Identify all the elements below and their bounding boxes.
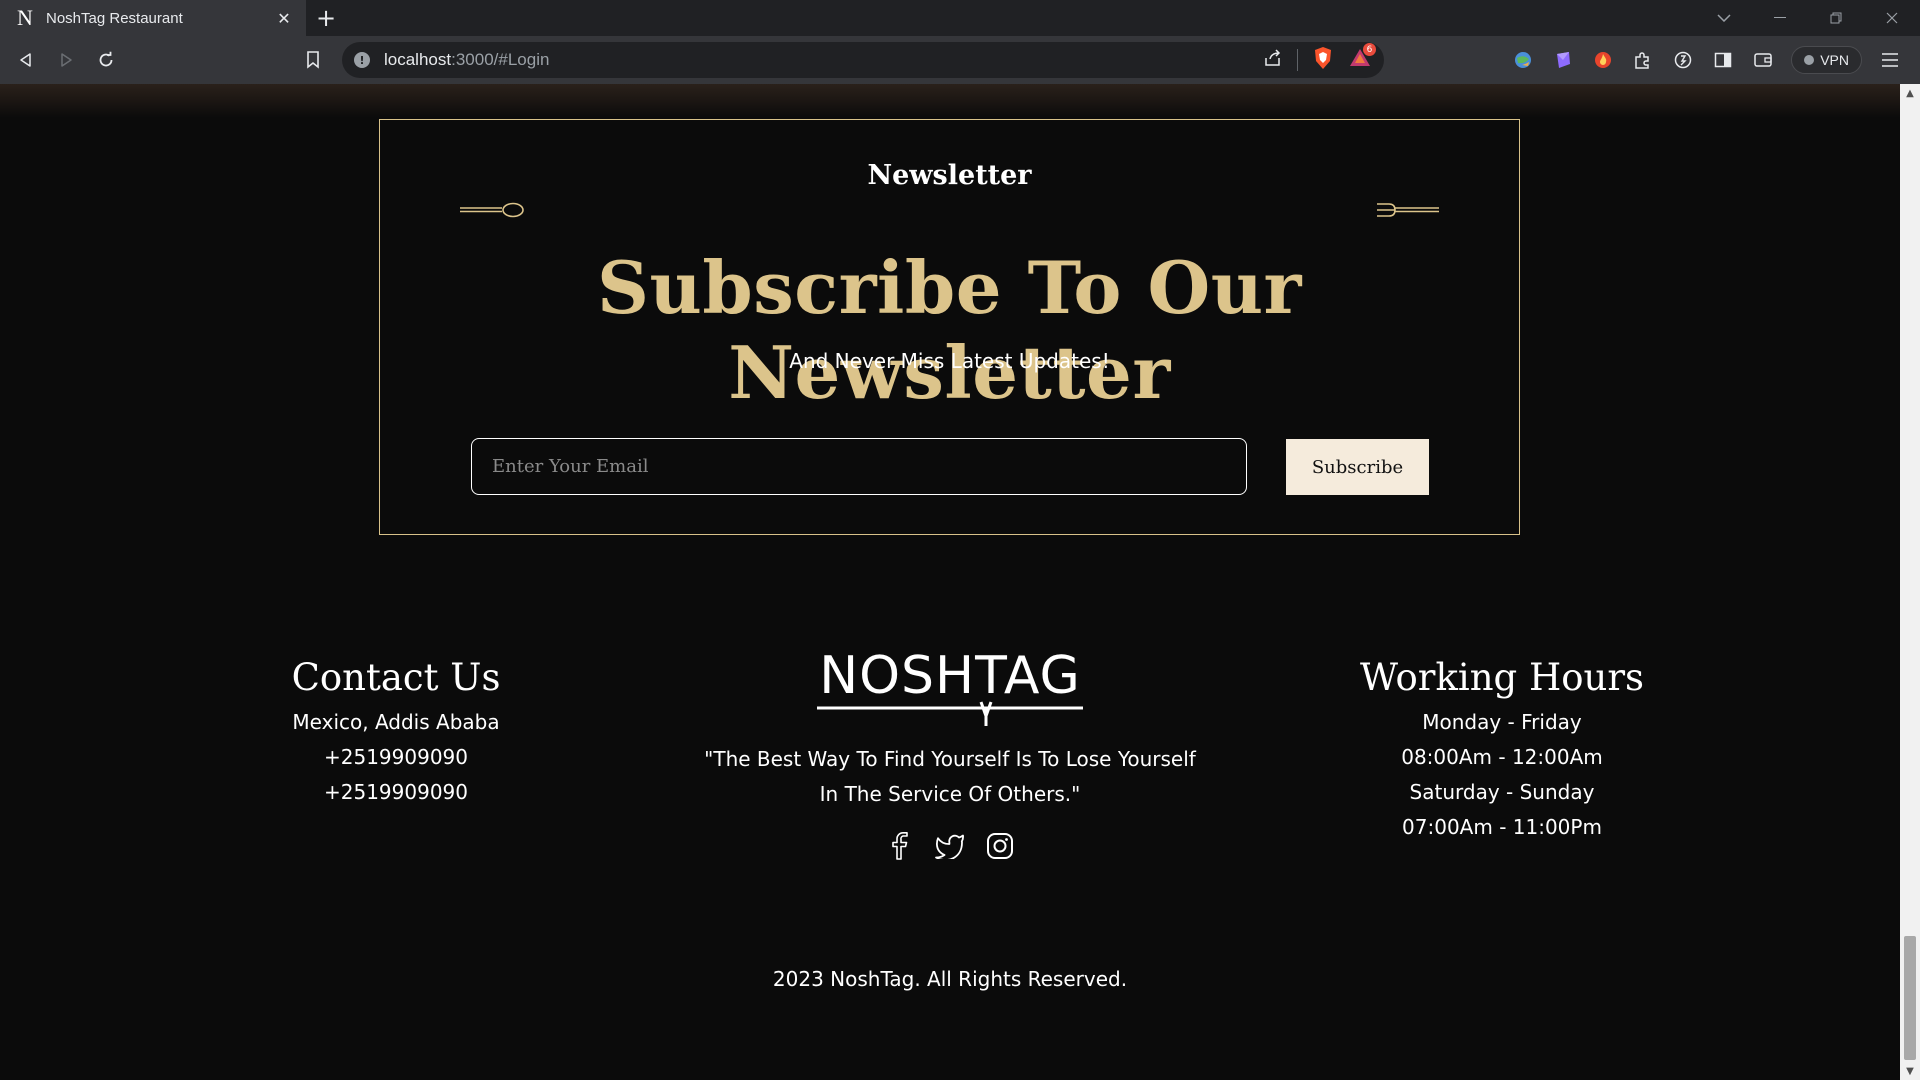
hours-weekday-time: 08:00Am - 12:00Am xyxy=(1401,745,1603,769)
vpn-button[interactable]: VPN xyxy=(1791,46,1862,74)
footer-quote: "The Best Way To Find Yourself Is To Los… xyxy=(680,742,1220,812)
reload-button[interactable] xyxy=(86,40,126,80)
new-tab-button[interactable]: + xyxy=(306,0,346,36)
hours-weekend-time: 07:00Am - 11:00Pm xyxy=(1402,815,1602,839)
hours-weekday-label: Monday - Friday xyxy=(1422,710,1582,734)
hero-section-bottom-edge xyxy=(0,84,1900,118)
hours-weekend-label: Saturday - Sunday xyxy=(1409,780,1595,804)
email-input[interactable] xyxy=(471,438,1247,495)
noshtag-logo[interactable]: NOSHTAG xyxy=(815,646,1085,728)
close-window-button[interactable] xyxy=(1864,0,1920,36)
tab-close-icon[interactable]: ✕ xyxy=(274,8,294,28)
back-button[interactable] xyxy=(6,40,46,80)
rewards-badge: 6 xyxy=(1363,43,1376,56)
wallet-icon[interactable] xyxy=(1745,42,1781,78)
tab-search-icon[interactable] xyxy=(1696,0,1752,36)
copyright-text: 2023 NoshTag. All Rights Reserved. xyxy=(772,967,1128,991)
scroll-down-arrow-icon[interactable]: ▼ xyxy=(1900,1062,1920,1080)
newsletter-label: Newsletter xyxy=(867,160,1032,191)
scroll-up-arrow-icon[interactable]: ▲ xyxy=(1900,84,1920,102)
address-bar[interactable]: ! localhost:3000/#Login 6 xyxy=(342,42,1384,78)
leo-ai-icon[interactable] xyxy=(1665,42,1701,78)
sidebar-toggle-icon[interactable] xyxy=(1705,42,1741,78)
share-icon[interactable] xyxy=(1263,49,1283,71)
logo-underline-icon xyxy=(817,701,1083,726)
extension-globe-icon[interactable] xyxy=(1505,42,1541,78)
tab-title: NoshTag Restaurant xyxy=(46,9,183,27)
contact-phone-1[interactable]: +2519909090 xyxy=(252,740,540,775)
scrollbar-thumb[interactable] xyxy=(1904,936,1916,1060)
vpn-status-icon xyxy=(1804,55,1815,65)
restore-button[interactable] xyxy=(1808,0,1864,36)
bookmark-icon[interactable] xyxy=(293,40,333,80)
fork-decoration-icon xyxy=(1377,203,1439,217)
extension-gem-icon[interactable] xyxy=(1545,42,1581,78)
contact-us-column: Contact Us Mexico, Addis Ababa +25199090… xyxy=(252,656,540,810)
site-info-icon[interactable]: ! xyxy=(354,52,370,68)
quote-line-1: "The Best Way To Find Yourself Is To Los… xyxy=(704,747,1196,771)
working-hours-column: Working Hours Monday - Friday 08:00Am - … xyxy=(1350,656,1654,845)
extensions-puzzle-icon[interactable] xyxy=(1625,42,1661,78)
page-viewport: Newsletter Subscribe To Our Newsletter A… xyxy=(0,84,1900,1080)
contact-us-title: Contact Us xyxy=(291,656,501,699)
newsletter-subheading: And Never Miss Latest Updates! xyxy=(789,349,1110,373)
working-hours-title: Working Hours xyxy=(1359,656,1645,699)
omnibox-divider xyxy=(1297,49,1298,71)
instagram-icon[interactable] xyxy=(984,830,1016,862)
page-scrollbar[interactable]: ▲ ▼ xyxy=(1900,84,1920,1080)
window-controls xyxy=(1696,0,1920,36)
tab-favicon-icon: N xyxy=(17,5,33,30)
browser-toolbar: ! localhost:3000/#Login 6 VPN xyxy=(0,36,1920,84)
extensions-row: VPN xyxy=(1505,36,1920,84)
minimize-button[interactable] xyxy=(1752,0,1808,36)
spoon-decoration-icon xyxy=(460,202,524,218)
brave-rewards-icon[interactable]: 6 xyxy=(1348,43,1376,73)
url-text: localhost:3000/#Login xyxy=(384,50,550,69)
twitter-icon[interactable] xyxy=(934,830,966,862)
quote-line-2: In The Service Of Others." xyxy=(819,782,1081,806)
newsletter-section: Newsletter Subscribe To Our Newsletter A… xyxy=(379,119,1520,535)
brave-shields-icon[interactable] xyxy=(1312,46,1334,74)
facebook-icon[interactable] xyxy=(884,830,916,862)
extension-flame-icon[interactable] xyxy=(1585,42,1621,78)
brand-column: NOSHTAG "The Best Way To Find Yourself I… xyxy=(680,646,1220,862)
subscribe-button[interactable]: Subscribe xyxy=(1286,439,1429,495)
browser-tab-bar: N NoshTag Restaurant ✕ + xyxy=(0,0,1920,36)
newsletter-heading: Subscribe To Our Newsletter xyxy=(597,245,1302,415)
contact-address: Mexico, Addis Ababa xyxy=(292,710,500,734)
contact-phone-2[interactable]: +2519909090 xyxy=(252,775,540,810)
vpn-label: VPN xyxy=(1820,52,1849,68)
browser-menu-icon[interactable] xyxy=(1872,42,1908,78)
social-links xyxy=(680,830,1220,862)
forward-button[interactable] xyxy=(46,40,86,80)
browser-tab[interactable]: N NoshTag Restaurant ✕ xyxy=(0,0,306,36)
